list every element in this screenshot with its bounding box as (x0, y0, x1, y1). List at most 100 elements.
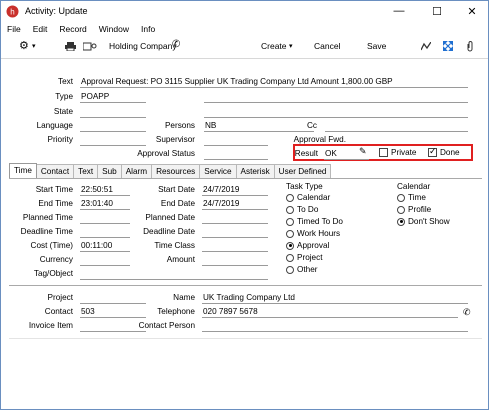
radio-label: To Do (297, 205, 319, 214)
approval-status-field[interactable] (204, 149, 268, 160)
tab-resources[interactable]: Resources (151, 164, 201, 178)
print-preview-icon[interactable] (83, 42, 97, 51)
cancel-button[interactable]: Cancel (314, 41, 340, 51)
expand-icon[interactable] (443, 41, 453, 51)
start-date-field[interactable]: 24/7/2019 (202, 185, 268, 196)
radio-cal-dont-show[interactable]: Don't Show (397, 217, 450, 226)
tab-asterisk[interactable]: Asterisk (235, 164, 275, 178)
invoice-item-field[interactable] (80, 321, 146, 332)
telephone-field[interactable]: 020 7897 5678 (202, 307, 458, 318)
radio-button[interactable] (286, 193, 294, 202)
tab-contact[interactable]: Contact (35, 164, 75, 178)
menu-bar: File Edit Record Window Info (1, 22, 161, 36)
create-chevron-icon[interactable]: ▾ (289, 42, 293, 50)
edit-icon[interactable]: ✎ (359, 146, 367, 157)
planned-time-field[interactable] (80, 213, 130, 224)
time-class-label: Time Class (154, 241, 195, 250)
done-checkbox[interactable]: Done (428, 146, 460, 157)
tab-sub[interactable]: Sub (97, 164, 122, 178)
tab-user-defined[interactable]: User Defined (273, 164, 332, 178)
radio-cal-time[interactable]: Time (397, 193, 426, 202)
create-button[interactable]: Create (261, 41, 287, 51)
close-button[interactable]: ✕ (454, 1, 488, 21)
gear-icon[interactable]: ⚙ (19, 39, 29, 52)
radio-button[interactable] (397, 193, 405, 202)
menu-file[interactable]: File (1, 22, 27, 36)
bottom-divider (9, 338, 482, 339)
type-label: Type (55, 92, 73, 101)
persons-field[interactable]: NB (204, 121, 314, 132)
persons-label: Persons (164, 121, 195, 130)
tag-object-field[interactable] (80, 269, 268, 280)
radio-label: Time (408, 193, 426, 202)
radio-project[interactable]: Project (286, 253, 322, 262)
amount-label: Amount (166, 255, 195, 264)
deadline-date-field[interactable] (202, 227, 268, 238)
radio-cal-profile[interactable]: Profile (397, 205, 431, 214)
menu-edit[interactable]: Edit (27, 22, 54, 36)
supervisor-field[interactable] (204, 135, 268, 146)
type-description-field[interactable] (204, 92, 468, 103)
cc-field[interactable] (325, 121, 468, 132)
type-field[interactable]: POAPP (80, 92, 146, 103)
cost-time-field[interactable]: 00:11:00 (80, 241, 130, 252)
printer-icon[interactable] (65, 42, 76, 51)
amount-field[interactable] (202, 255, 268, 266)
radio-calendar[interactable]: Calendar (286, 193, 330, 202)
contact-field[interactable]: 503 (80, 307, 146, 318)
minimize-button[interactable]: — (381, 1, 417, 21)
planned-date-field[interactable] (202, 213, 268, 224)
radio-to-do[interactable]: To Do (286, 205, 318, 214)
chevron-down-icon[interactable]: ▾ (32, 42, 36, 50)
radio-timed-to-do[interactable]: Timed To Do (286, 217, 343, 226)
private-checkbox[interactable]: Private (379, 148, 416, 157)
project-field[interactable] (80, 293, 146, 304)
radio-work-hours[interactable]: Work Hours (286, 229, 340, 238)
radio-button[interactable] (286, 205, 294, 214)
radio-other[interactable]: Other (286, 265, 317, 274)
radio-button[interactable] (397, 217, 405, 226)
graph-icon[interactable] (421, 42, 431, 51)
tab-text[interactable]: Text (73, 164, 99, 178)
maximize-button[interactable]: ☐ (419, 1, 455, 21)
state-field[interactable] (80, 107, 146, 118)
radio-button[interactable] (286, 265, 294, 274)
planned-time-label: Planned Time (22, 213, 73, 222)
company-name[interactable]: Holding Company (109, 41, 177, 51)
time-class-field[interactable] (202, 241, 268, 252)
result-label: Result (294, 149, 318, 158)
priority-field[interactable] (80, 135, 146, 146)
done-checkbox-box[interactable] (428, 146, 437, 157)
svg-text:h: h (10, 8, 14, 17)
contact-person-field[interactable] (202, 321, 468, 332)
menu-record[interactable]: Record (53, 22, 92, 36)
menu-window[interactable]: Window (93, 22, 135, 36)
phone-icon[interactable]: ✆ (463, 307, 471, 318)
end-time-field[interactable]: 23:01:40 (80, 199, 130, 210)
radio-label: Timed To Do (297, 217, 343, 226)
menu-info[interactable]: Info (135, 22, 161, 36)
state-description-field[interactable] (204, 107, 468, 118)
tab-service[interactable]: Service (199, 164, 237, 178)
radio-button[interactable] (286, 217, 294, 226)
radio-button[interactable] (286, 253, 294, 262)
radio-button[interactable] (286, 229, 294, 238)
tab-bar: Time Contact Text Sub Alarm Resources Se… (9, 163, 332, 179)
save-button[interactable]: Save (367, 41, 386, 51)
tab-time[interactable]: Time (9, 163, 37, 179)
language-field[interactable] (80, 121, 146, 132)
end-date-field[interactable]: 24/7/2019 (202, 199, 268, 210)
start-time-field[interactable]: 22:50:51 (80, 185, 130, 196)
radio-button[interactable] (286, 241, 294, 250)
phone-icon[interactable]: ✆ (172, 39, 180, 50)
text-field[interactable]: Approval Request: PO 3115 Supplier UK Tr… (80, 77, 468, 88)
name-field[interactable]: UK Trading Company Ltd (202, 293, 468, 304)
private-checkbox-box[interactable] (379, 148, 388, 157)
radio-approval[interactable]: Approval (286, 241, 329, 250)
deadline-date-label: Deadline Date (143, 227, 195, 236)
radio-button[interactable] (397, 205, 405, 214)
attachment-icon[interactable] (465, 41, 475, 52)
currency-field[interactable] (80, 255, 130, 266)
tab-alarm[interactable]: Alarm (120, 164, 153, 178)
deadline-time-field[interactable] (80, 227, 130, 238)
